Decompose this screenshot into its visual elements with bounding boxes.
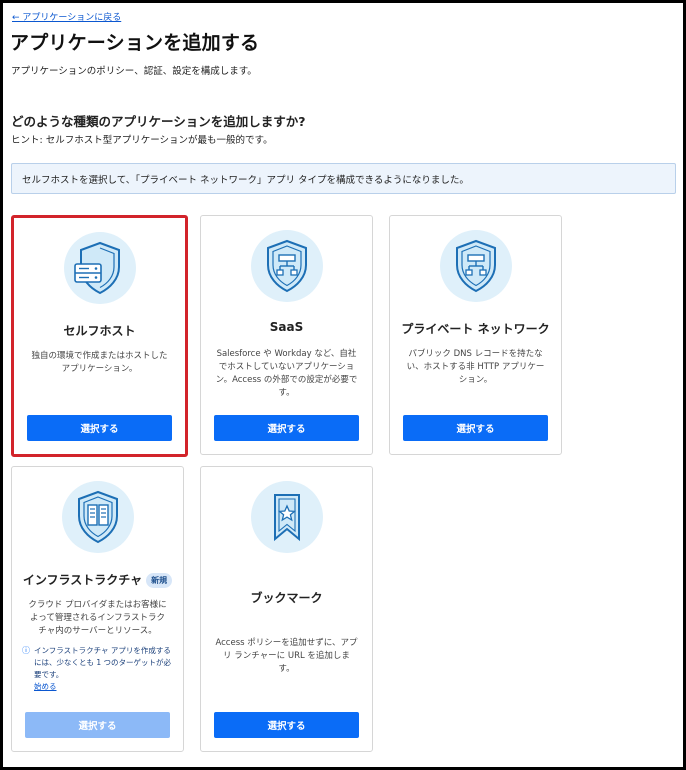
- back-to-applications-link[interactable]: ← アプリケーションに戻る: [12, 10, 121, 23]
- info-icon: ⓘ: [22, 646, 30, 655]
- card-title-text: インフラストラクチャ: [22, 573, 143, 587]
- card-description: Salesforce や Workday など、自社でホストしていないアプリケー…: [215, 349, 358, 398]
- select-infrastructure-button[interactable]: 選択する: [25, 712, 170, 738]
- network-shield-icon: [439, 230, 512, 302]
- question-heading: どのような種類のアプリケーションを追加しますか?: [11, 114, 306, 129]
- get-started-link[interactable]: 始める: [34, 682, 57, 691]
- bookmark-star-icon: [250, 481, 323, 553]
- app-type-card-bookmark[interactable]: ブックマーク Access ポリシーを追加せずに、アプリ ランチャーに URL …: [200, 466, 373, 752]
- app-type-card-private-network[interactable]: プライベート ネットワーク パブリック DNS レコードを持たない、ホストする非…: [389, 215, 562, 455]
- card-description: クラウド プロバイダまたはお客様によって管理されるインフラストラクチャ内のサーバ…: [28, 600, 167, 636]
- info-note: ⓘ インフラストラクチャ アプリを作成するには、少なくとも 1 つのターゲットが…: [22, 645, 173, 693]
- card-title: プライベート ネットワーク: [401, 322, 550, 336]
- card-title: セルフホスト: [63, 324, 136, 338]
- select-bookmark-button[interactable]: 選択する: [214, 712, 359, 738]
- card-title: ブックマーク: [250, 591, 323, 605]
- info-note-body: インフラストラクチャ アプリを作成するには、少なくとも 1 つのターゲットが必要…: [34, 645, 173, 693]
- server-shield-icon: [63, 232, 136, 304]
- app-type-card-self-hosted[interactable]: セルフホスト 独自の環境で作成またはホストしたアプリケーション。 選択する: [11, 215, 188, 457]
- server-rack-shield-icon: [61, 481, 134, 553]
- card-title: SaaS: [269, 320, 304, 334]
- select-private-network-button[interactable]: 選択する: [403, 415, 548, 441]
- app-type-card-saas[interactable]: SaaS Salesforce や Workday など、自社でホストしていない…: [200, 215, 373, 455]
- info-note-text: インフラストラクチャ アプリを作成するには、少なくとも 1 つのターゲットが必要…: [34, 646, 172, 679]
- info-banner: セルフホストを選択して、「プライベート ネットワーク」アプリ タイプを構成できる…: [11, 163, 676, 194]
- card-title: インフラストラクチャ 新規: [12, 571, 183, 588]
- page-subtitle: アプリケーションのポリシー、認証、設定を構成します。: [11, 66, 257, 77]
- app-type-card-infrastructure[interactable]: インフラストラクチャ 新規 クラウド プロバイダまたはお客様によって管理されるイン…: [11, 466, 184, 752]
- page-title: アプリケーションを追加する: [10, 32, 260, 54]
- new-badge: 新規: [146, 573, 173, 588]
- select-saas-button[interactable]: 選択する: [214, 415, 359, 441]
- select-self-hosted-button[interactable]: 選択する: [27, 415, 172, 441]
- network-shield-icon: [250, 230, 323, 302]
- card-description: 独自の環境で作成またはホストしたアプリケーション。: [31, 351, 168, 374]
- hint-text: ヒント: セルフホスト型アプリケーションが最も一般的です。: [11, 135, 273, 146]
- info-banner-text: セルフホストを選択して、「プライベート ネットワーク」アプリ タイプを構成できる…: [22, 174, 469, 186]
- card-description: Access ポリシーを追加せずに、アプリ ランチャーに URL を追加します。: [215, 638, 358, 674]
- card-description: パブリック DNS レコードを持たない、ホストする非 HTTP アプリケーション…: [406, 349, 545, 385]
